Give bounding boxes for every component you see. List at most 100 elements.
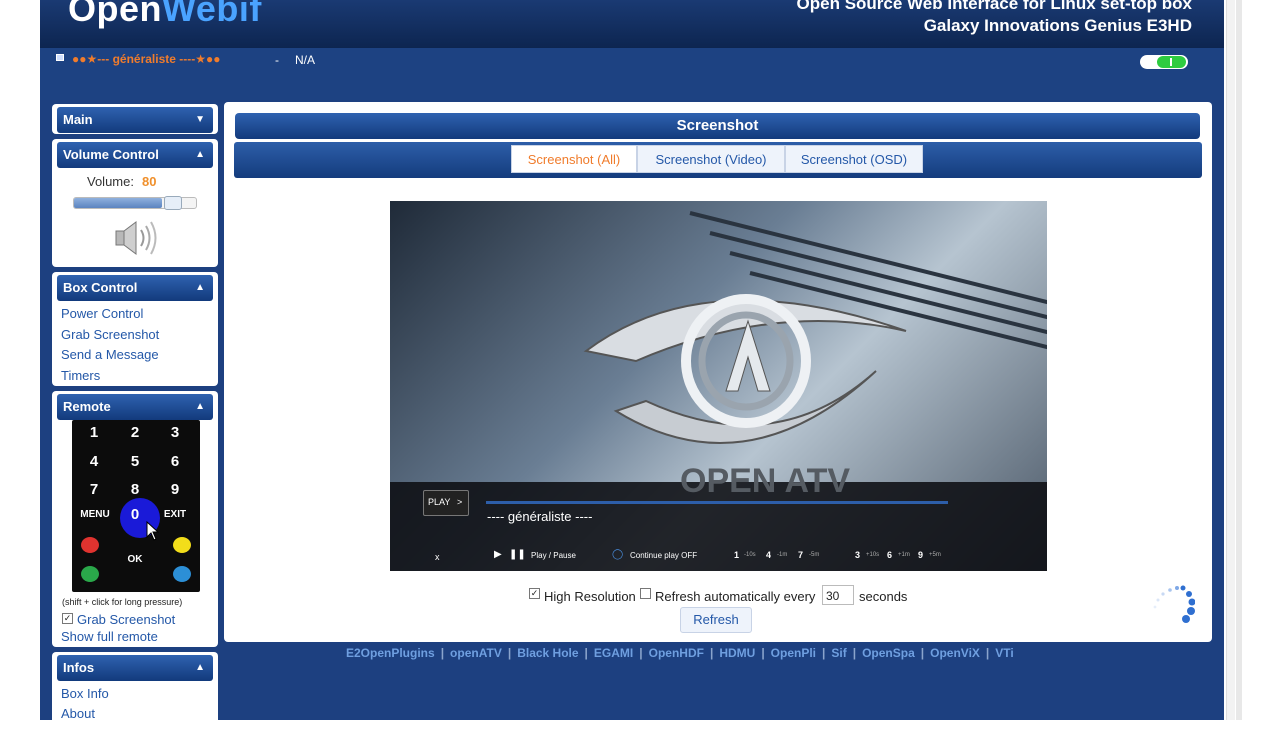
footer-link[interactable]: Black Hole xyxy=(517,646,578,660)
infos-panel-title: Infos xyxy=(63,660,95,675)
header-tagline: Open Source Web Interface for Linux set-… xyxy=(796,0,1192,13)
auto-refresh-label: Refresh automatically every xyxy=(655,589,816,604)
power-control-link[interactable]: Power Control xyxy=(61,306,143,321)
footer-link[interactable]: OpenPli xyxy=(771,646,816,660)
left-margin xyxy=(0,0,40,720)
osd-skip-4-label: -1m xyxy=(777,552,788,558)
footer-separator: | xyxy=(440,646,445,660)
remote-key-2[interactable]: 2 xyxy=(120,424,150,441)
loading-spinner-icon xyxy=(1153,585,1195,623)
remote-key-6[interactable]: 6 xyxy=(160,453,190,470)
footer-separator: | xyxy=(584,646,588,660)
remote-key-menu[interactable]: MENU xyxy=(76,509,114,520)
footer-link[interactable]: OpenHDF xyxy=(649,646,704,660)
chevron-up-icon: ▲ xyxy=(195,401,205,412)
openatv-logo-icon xyxy=(583,294,907,444)
status-separator: - xyxy=(275,53,279,67)
box-control-header[interactable]: Box Control ▲ xyxy=(57,275,213,301)
infos-panel-header[interactable]: Infos ▲ xyxy=(57,655,213,681)
osd-continue-play: Continue play OFF xyxy=(630,551,698,560)
footer-separator: | xyxy=(639,646,643,660)
current-channel[interactable]: ●●★--- généraliste ----★●● xyxy=(72,52,221,66)
screenshot-image[interactable]: OPEN ATV PLAY > ---- généraliste ---- x … xyxy=(390,201,1047,571)
volume-panel-title: Volume Control xyxy=(63,147,159,162)
remote-key-exit[interactable]: EXIT xyxy=(158,509,192,520)
page-title: Screenshot xyxy=(235,113,1200,139)
speaker-icon[interactable] xyxy=(112,218,160,258)
remote-yellow-button[interactable] xyxy=(173,537,191,553)
show-full-remote-link[interactable]: Show full remote xyxy=(61,629,158,644)
sidebar: Main ▼ Volume Control ▲ Volume: 80 Box C… xyxy=(52,102,218,732)
remote-key-7[interactable]: 7 xyxy=(79,481,109,498)
logo-open: Open xyxy=(68,0,163,29)
footer-link[interactable]: E2OpenPlugins xyxy=(346,646,435,660)
tab-screenshot-video[interactable]: Screenshot (Video) xyxy=(637,145,785,173)
osd-skip-7-label: -5m xyxy=(809,552,820,558)
remote-control: 1 2 3 4 5 6 7 8 9 MENU 0 EXIT OK xyxy=(72,420,200,592)
footer-separator: | xyxy=(822,646,826,660)
main-panel-header[interactable]: Main ▼ xyxy=(57,107,213,133)
auto-refresh-checkbox[interactable] xyxy=(640,588,651,599)
footer-link[interactable]: OpenViX xyxy=(930,646,980,660)
osd-skip-1-label: -10s xyxy=(744,552,756,558)
high-resolution-label: High Resolution xyxy=(544,589,636,604)
main-panel-title: Main xyxy=(63,112,93,127)
footer-link[interactable]: HDMU xyxy=(719,646,755,660)
remote-blue-button[interactable] xyxy=(173,566,191,582)
footer-link[interactable]: VTi xyxy=(995,646,1013,660)
about-link[interactable]: About xyxy=(61,706,95,721)
osd-skip-6: 6 xyxy=(887,550,893,560)
high-resolution-checkbox[interactable]: ✓ xyxy=(529,588,540,599)
main-content: Screenshot Screenshot (All) Screenshot (… xyxy=(224,102,1212,642)
current-program: N/A xyxy=(295,53,316,67)
scrollbar[interactable] xyxy=(1226,0,1235,720)
main-panel: Main ▼ xyxy=(52,104,218,134)
footer-separator: | xyxy=(709,646,714,660)
footer-link[interactable]: EGAMI xyxy=(594,646,633,660)
grab-screenshot-checkbox[interactable]: ✓ xyxy=(62,613,73,624)
remote-hint: (shift + click for long pressure) xyxy=(62,597,183,607)
remote-key-3[interactable]: 3 xyxy=(160,424,190,441)
tab-screenshot-osd[interactable]: Screenshot (OSD) xyxy=(785,145,923,173)
play-icon: ▶ xyxy=(494,549,502,560)
grab-screenshot-link[interactable]: Grab Screenshot xyxy=(61,327,159,342)
footer-link[interactable]: OpenSpa xyxy=(862,646,915,660)
grab-screenshot-option[interactable]: Grab Screenshot xyxy=(77,612,175,627)
refresh-button[interactable]: Refresh xyxy=(680,607,752,633)
remote-key-8[interactable]: 8 xyxy=(120,481,150,498)
remote-panel-header[interactable]: Remote ▲ xyxy=(57,394,213,420)
remote-key-9[interactable]: 9 xyxy=(160,481,190,498)
footer-link[interactable]: Sif xyxy=(831,646,846,660)
chevron-up-icon: ▲ xyxy=(195,149,205,160)
timers-link[interactable]: Timers xyxy=(61,368,100,383)
mouse-cursor-icon xyxy=(146,521,160,541)
remote-red-button[interactable] xyxy=(81,537,99,553)
remote-key-1[interactable]: 1 xyxy=(79,424,109,441)
footer-separator: | xyxy=(920,646,925,660)
box-info-link[interactable]: Box Info xyxy=(61,686,109,701)
refresh-interval-input[interactable]: 30 xyxy=(822,585,854,605)
player-osd: OPEN ATV PLAY > ---- généraliste ---- x … xyxy=(390,462,1047,571)
volume-handle[interactable] xyxy=(164,196,182,210)
footer-separator: | xyxy=(761,646,765,660)
refresh-circle-icon: ◯ xyxy=(612,549,624,560)
power-toggle[interactable] xyxy=(1140,55,1188,69)
remote-key-5[interactable]: 5 xyxy=(120,453,150,470)
volume-slider[interactable] xyxy=(73,196,197,210)
osd-progress-bar xyxy=(486,501,948,504)
footer-link[interactable]: openATV xyxy=(450,646,502,660)
chevron-down-icon: ▼ xyxy=(195,114,205,125)
osd-play-arrow-icon: > xyxy=(457,497,463,507)
footer-separator: | xyxy=(985,646,990,660)
tab-screenshot-all[interactable]: Screenshot (All) xyxy=(511,145,637,173)
remote-key-ok[interactable]: OK xyxy=(120,554,150,565)
remote-key-4[interactable]: 4 xyxy=(79,453,109,470)
footer-separator: | xyxy=(507,646,512,660)
remote-green-button[interactable] xyxy=(81,566,99,582)
volume-panel-header[interactable]: Volume Control ▲ xyxy=(57,142,213,168)
logo[interactable]: OpenWebif xyxy=(68,0,262,30)
send-message-link[interactable]: Send a Message xyxy=(61,347,159,362)
scrollbar-track xyxy=(1236,0,1242,720)
osd-channel-name: ---- généraliste ---- xyxy=(487,509,593,524)
osd-play-box: PLAY > xyxy=(423,490,469,516)
